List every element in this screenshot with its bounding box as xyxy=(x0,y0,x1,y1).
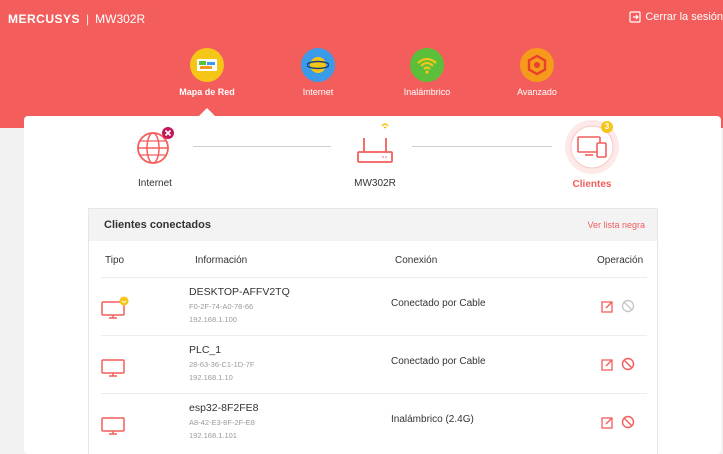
device-ip: 192.168.1.101 xyxy=(189,431,237,440)
brand-logo: MERCUSYS xyxy=(8,12,81,26)
globe-icon xyxy=(137,127,174,164)
blacklist-link[interactable]: Ver lista negra xyxy=(587,220,645,230)
nav-internet[interactable]: Internet xyxy=(278,48,358,97)
nav-label-advanced: Avanzado xyxy=(517,87,557,97)
logout-button[interactable]: Cerrar la sesión xyxy=(629,11,723,23)
wifi-icon xyxy=(410,48,444,82)
topology-internet[interactable]: Internet xyxy=(127,124,183,189)
block-icon[interactable] xyxy=(621,415,635,434)
device-connection: Conectado por Cable xyxy=(391,298,486,309)
topology-clients[interactable]: 3 Clientes xyxy=(557,118,627,190)
block-icon[interactable] xyxy=(621,299,635,318)
device-connection: Conectado por Cable xyxy=(391,356,486,367)
clients-panel: Clientes conectados Ver lista negra Tipo… xyxy=(88,208,658,454)
nav-advanced[interactable]: Avanzado xyxy=(497,48,577,97)
nav-label-network-map: Mapa de Red xyxy=(179,87,235,97)
nav-wireless[interactable]: Inalámbrico xyxy=(387,48,467,97)
edit-icon[interactable] xyxy=(601,416,614,434)
edit-icon[interactable] xyxy=(601,358,614,376)
column-header-type: Tipo xyxy=(105,255,125,266)
device-ip: 192.168.1.100 xyxy=(189,315,237,324)
clients-panel-title: Clientes conectados xyxy=(104,219,211,231)
logout-icon xyxy=(629,11,641,23)
clients-count-badge: 3 xyxy=(601,121,613,133)
topology-clients-label: Clientes xyxy=(572,179,612,190)
column-header-operation: Operación xyxy=(597,255,644,266)
table-row: DESKTOP-AFFV2TQ F0-2F-74-A0-78-66 192.16… xyxy=(101,277,647,335)
device-mac: A8-42-E3-8F-2F-E8 xyxy=(189,418,255,427)
topology-router[interactable]: MW302R xyxy=(340,118,410,189)
nav-label-internet: Internet xyxy=(302,87,334,97)
table-row: esp32-8F2FE8 A8-42-E3-8F-2F-E8 192.168.1… xyxy=(101,393,647,451)
device-name: DESKTOP-AFFV2TQ xyxy=(189,286,290,298)
edit-icon[interactable] xyxy=(601,300,614,318)
brand-model: MW302R xyxy=(95,12,146,26)
active-tab-indicator xyxy=(199,108,215,116)
router-icon xyxy=(357,123,393,163)
gear-icon xyxy=(520,48,554,82)
device-connection: Inalámbrico (2.4G) xyxy=(391,414,474,425)
brand: MERCUSYS | MW302R xyxy=(8,12,145,26)
column-header-info: Información xyxy=(195,255,248,266)
brand-separator: | xyxy=(86,12,90,26)
network-map-icon xyxy=(190,48,224,82)
topology-link-clients xyxy=(412,146,552,147)
column-header-connection: Conexión xyxy=(395,255,438,266)
topology-link-internet xyxy=(193,146,331,147)
table-row: PLC_1 28-63-36-C1-1D-7F 192.168.1.10 Con… xyxy=(101,335,647,393)
globe-icon xyxy=(301,48,335,82)
device-mac: 28-63-36-C1-1D-7F xyxy=(189,360,255,369)
device-ip: 192.168.1.10 xyxy=(189,373,233,382)
nav-label-wireless: Inalámbrico xyxy=(403,87,451,97)
computer-icon xyxy=(101,354,129,383)
clients-panel-header: Clientes conectados Ver lista negra xyxy=(89,209,657,241)
device-name: PLC_1 xyxy=(189,344,222,356)
device-name: esp32-8F2FE8 xyxy=(189,402,259,414)
computer-icon xyxy=(101,412,129,441)
nav-network-map[interactable]: Mapa de Red xyxy=(167,48,247,97)
block-icon[interactable] xyxy=(621,357,635,376)
topology-internet-label: Internet xyxy=(138,178,172,189)
computer-icon xyxy=(101,296,129,325)
topology-router-label: MW302R xyxy=(354,178,396,189)
logout-label: Cerrar la sesión xyxy=(645,11,723,23)
device-mac: F0-2F-74-A0-78-66 xyxy=(189,302,254,311)
